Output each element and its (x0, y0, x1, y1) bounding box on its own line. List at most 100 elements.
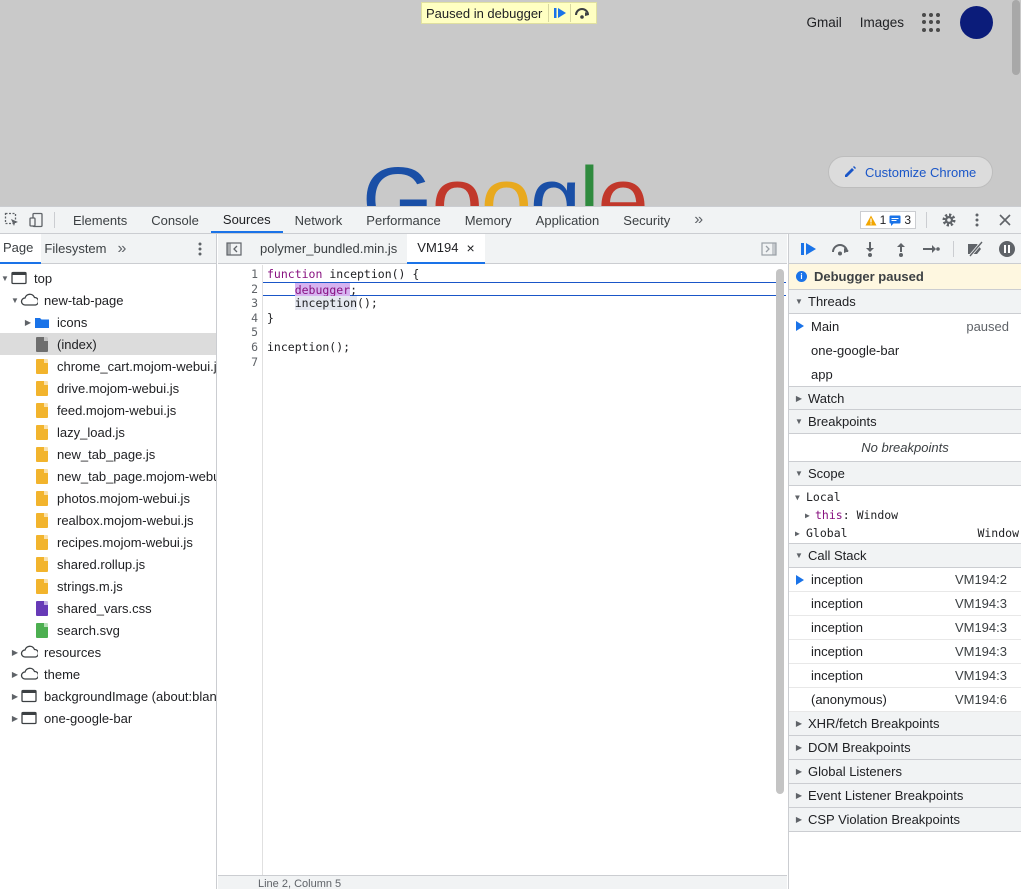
step-into-icon[interactable] (856, 236, 884, 262)
apps-grid-icon[interactable] (922, 12, 942, 33)
code-area[interactable]: 1234567 function inception() { debugger;… (218, 265, 787, 875)
step-over-icon[interactable] (825, 236, 853, 262)
scope-this[interactable]: ▶ this: Window (789, 506, 1021, 524)
tab-network[interactable]: Network (283, 207, 355, 233)
tab-console[interactable]: Console (139, 207, 211, 233)
call-frame-location[interactable]: VM194:3 (955, 596, 1021, 611)
tree-item[interactable]: ▼ top (0, 267, 216, 289)
line-number[interactable]: 6 (218, 340, 262, 355)
tab-performance[interactable]: Performance (354, 207, 452, 233)
avatar[interactable] (960, 6, 993, 39)
resume-icon[interactable] (548, 4, 570, 22)
call-frame-location[interactable]: VM194:3 (955, 644, 1021, 659)
close-devtools-icon[interactable] (993, 208, 1017, 232)
collapsed-triangle-icon[interactable]: ▶ (10, 692, 20, 701)
call-frame-location[interactable]: VM194:3 (955, 620, 1021, 635)
code-line[interactable]: } (267, 311, 772, 326)
more-tabs-button[interactable]: » (682, 207, 715, 233)
tab-page[interactable]: Page (0, 233, 42, 264)
collapsed-triangle-icon[interactable]: ▶ (23, 318, 33, 327)
tree-item[interactable]: ▶ theme (0, 663, 216, 685)
tree-item[interactable]: ▼ new-tab-page (0, 289, 216, 311)
tree-item[interactable]: photos.mojom-webui.js (0, 487, 216, 509)
source-lines[interactable]: function inception() { debugger; incepti… (263, 267, 786, 370)
close-tab-icon[interactable]: × (467, 240, 475, 256)
tab-filesystem[interactable]: Filesystem (41, 234, 114, 264)
device-toolbar-icon[interactable] (24, 208, 48, 232)
toggle-debugger-sidebar-icon[interactable] (757, 237, 781, 261)
line-number[interactable]: 4 (218, 311, 262, 326)
more-options-kebab-icon[interactable] (965, 208, 989, 232)
tree-item[interactable]: chrome_cart.mojom-webui.js (0, 355, 216, 377)
call-frame[interactable]: inception VM194:3 (789, 640, 1021, 664)
toggle-navigator-icon[interactable] (222, 237, 246, 261)
code-line[interactable] (267, 325, 772, 340)
tree-item[interactable]: ▶ one-google-bar (0, 707, 216, 729)
call-frame-location[interactable]: VM194:6 (955, 692, 1021, 707)
section-csp-violation-breakpoints[interactable]: ▶ CSP Violation Breakpoints (789, 808, 1021, 832)
thread-item[interactable]: Main paused (789, 314, 1021, 338)
warnings-counter[interactable]: 1 3 (859, 211, 916, 229)
line-number-gutter[interactable]: 1234567 (218, 265, 263, 875)
code-line[interactable] (267, 355, 772, 370)
scope-local[interactable]: ▼ Local (789, 488, 1021, 506)
line-number[interactable]: 1 (218, 267, 262, 282)
step-over-icon[interactable] (570, 4, 592, 22)
call-frame[interactable]: inception VM194:3 (789, 616, 1021, 640)
page-scrollbar[interactable] (1012, 0, 1020, 75)
tab-elements[interactable]: Elements (61, 207, 139, 233)
section-xhr-fetch-breakpoints[interactable]: ▶ XHR/fetch Breakpoints (789, 712, 1021, 736)
images-link[interactable]: Images (860, 15, 904, 30)
section-call-stack[interactable]: ▼ Call Stack (789, 544, 1021, 568)
expanded-triangle-icon[interactable]: ▼ (0, 274, 10, 283)
step-out-icon[interactable] (886, 236, 914, 262)
editor-scrollbar[interactable] (776, 269, 784, 794)
tab-security[interactable]: Security (611, 207, 682, 233)
deactivate-breakpoints-icon[interactable] (962, 236, 990, 262)
call-frame[interactable]: inception VM194:3 (789, 592, 1021, 616)
inspect-element-icon[interactable] (0, 208, 24, 232)
section-scope[interactable]: ▼ Scope (789, 462, 1021, 486)
tree-item[interactable]: realbox.mojom-webui.js (0, 509, 216, 531)
section-global-listeners[interactable]: ▶ Global Listeners (789, 760, 1021, 784)
tree-item[interactable]: ▶ backgroundImage (about:blank) (0, 685, 216, 707)
line-number[interactable]: 2 (218, 282, 262, 297)
call-frame[interactable]: inception VM194:2 (789, 568, 1021, 592)
tree-item[interactable]: drive.mojom-webui.js (0, 377, 216, 399)
tab-sources[interactable]: Sources (210, 207, 283, 233)
tree-item[interactable]: shared.rollup.js (0, 553, 216, 575)
thread-item[interactable]: one-google-bar (789, 338, 1021, 362)
pause-on-exceptions-icon[interactable] (993, 236, 1021, 262)
call-frame-location[interactable]: VM194:2 (955, 572, 1021, 587)
tree-item[interactable]: (index) (0, 333, 216, 355)
customize-chrome-button[interactable]: Customize Chrome (828, 156, 994, 188)
tree-item[interactable]: strings.m.js (0, 575, 216, 597)
settings-gear-icon[interactable] (937, 208, 961, 232)
code-line[interactable]: function inception() { (267, 267, 772, 282)
tree-item[interactable]: ▶ resources (0, 641, 216, 663)
editor-tab-vm194[interactable]: VM194 × (407, 233, 485, 264)
section-dom-breakpoints[interactable]: ▶ DOM Breakpoints (789, 736, 1021, 760)
collapsed-triangle-icon[interactable]: ▶ (10, 670, 20, 679)
tree-item[interactable]: recipes.mojom-webui.js (0, 531, 216, 553)
tree-item[interactable]: lazy_load.js (0, 421, 216, 443)
line-number[interactable]: 7 (218, 355, 262, 370)
tree-item[interactable]: feed.mojom-webui.js (0, 399, 216, 421)
tree-item[interactable]: new_tab_page.js (0, 443, 216, 465)
collapsed-triangle-icon[interactable]: ▶ (10, 714, 20, 723)
call-frame[interactable]: (anonymous) VM194:6 (789, 688, 1021, 712)
scope-global[interactable]: ▶ Global Window (789, 524, 1021, 542)
tree-item[interactable]: shared_vars.css (0, 597, 216, 619)
call-frame-location[interactable]: VM194:3 (955, 668, 1021, 683)
code-line[interactable]: inception(); (267, 296, 772, 311)
tree-item[interactable]: ▶ icons (0, 311, 216, 333)
section-breakpoints[interactable]: ▼ Breakpoints (789, 410, 1021, 434)
tree-item[interactable]: search.svg (0, 619, 216, 641)
tab-memory[interactable]: Memory (453, 207, 524, 233)
code-line[interactable]: inception(); (267, 340, 772, 355)
expanded-triangle-icon[interactable]: ▼ (10, 296, 20, 305)
line-number[interactable]: 5 (218, 325, 262, 340)
section-event-listener-breakpoints[interactable]: ▶ Event Listener Breakpoints (789, 784, 1021, 808)
collapsed-triangle-icon[interactable]: ▶ (10, 648, 20, 657)
call-frame[interactable]: inception VM194:3 (789, 664, 1021, 688)
